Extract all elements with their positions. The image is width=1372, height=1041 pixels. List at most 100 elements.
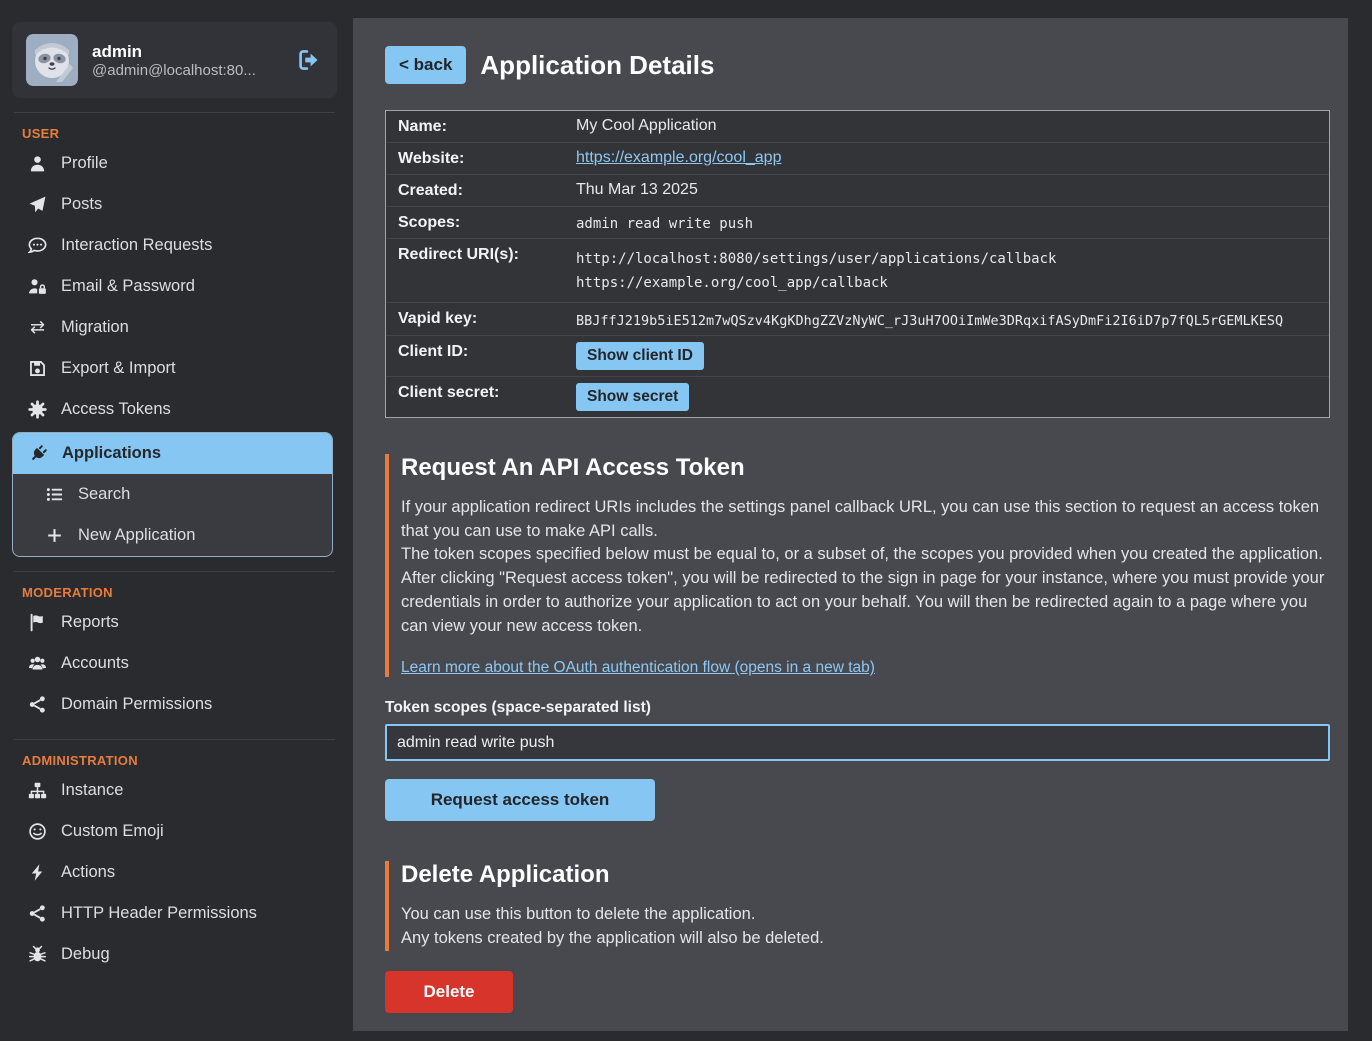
sidebar-item-new-application[interactable]: New Application (13, 515, 332, 556)
sidebar-section-user: USER Profile Posts Interaction Requests (12, 126, 337, 557)
sidebar-divider (14, 571, 335, 572)
section-label-administration: ADMINISTRATION (22, 753, 337, 768)
delete-line: You can use this button to delete the ap… (401, 903, 1330, 927)
redirect-uri: http://localhost:8080/settings/user/appl… (576, 248, 1056, 272)
section-label-moderation: MODERATION (22, 585, 337, 600)
oauth-flow-link[interactable]: Learn more about the OAuth authenticatio… (401, 659, 875, 677)
sidebar-item-http-header-permissions[interactable]: HTTP Header Permissions (12, 893, 337, 934)
flag-icon (28, 613, 47, 632)
created-date-value: Thu Mar 13 2025 (576, 181, 698, 199)
request-access-token-button[interactable]: Request access token (385, 779, 655, 821)
sidebar-item-label: Debug (61, 945, 110, 964)
token-scopes-input[interactable] (385, 724, 1330, 761)
plug-icon (29, 444, 48, 463)
back-button[interactable]: < back (385, 46, 466, 84)
table-row-client-id: Client ID: Show client ID (386, 335, 1329, 376)
row-label: Vapid key: (398, 309, 576, 328)
request-token-paragraph: If your application redirect URIs includ… (401, 496, 1330, 544)
sidebar-item-profile[interactable]: Profile (12, 143, 337, 184)
sidebar-item-domain-permissions[interactable]: Domain Permissions (12, 684, 337, 725)
sidebar-item-debug[interactable]: Debug (12, 934, 337, 975)
table-row-client-secret: Client secret: Show secret (386, 376, 1329, 417)
sidebar-item-label: Actions (61, 863, 115, 882)
share-nodes-icon (28, 695, 47, 714)
sidebar-item-label: Interaction Requests (61, 236, 212, 255)
sidebar-item-applications[interactable]: Applications (13, 433, 332, 474)
sidebar-item-label: Accounts (61, 654, 129, 673)
request-token-heading: Request An API Access Token (401, 454, 1330, 482)
show-client-id-button[interactable]: Show client ID (576, 342, 704, 370)
bolt-icon (28, 863, 47, 882)
user-name: admin (92, 42, 281, 62)
logout-icon (297, 48, 321, 72)
token-scopes-label: Token scopes (space-separated list) (385, 699, 1330, 717)
application-details-panel: < back Application Details Name: My Cool… (353, 18, 1348, 1031)
page-header: < back Application Details (385, 46, 1330, 84)
sidebar-item-email-password[interactable]: Email & Password (12, 266, 337, 307)
list-icon (45, 485, 64, 504)
section-label-user: USER (22, 126, 337, 141)
website-link[interactable]: https://example.org/cool_app (576, 149, 781, 166)
sidebar-item-export-import[interactable]: Export & Import (12, 348, 337, 389)
application-details-table: Name: My Cool Application Website: https… (385, 110, 1330, 418)
table-row-created: Created: Thu Mar 13 2025 (386, 174, 1329, 206)
sidebar-item-label: Custom Emoji (61, 822, 164, 841)
sidebar-item-label: New Application (78, 526, 195, 545)
application-name-value: My Cool Application (576, 117, 717, 135)
sidebar-item-label: Migration (61, 318, 129, 337)
user-icon (28, 154, 47, 173)
sidebar-divider (14, 739, 335, 740)
sidebar-item-label: Email & Password (61, 277, 195, 296)
sidebar-item-posts[interactable]: Posts (12, 184, 337, 225)
row-label: Name: (398, 117, 576, 136)
sidebar-item-actions[interactable]: Actions (12, 852, 337, 893)
request-token-paragraph: After clicking "Request access token", y… (401, 567, 1330, 639)
vapid-key-value: BBJffJ219b5iE512m7wQSzv4KgKDhgZZVzNyWC_r… (576, 309, 1283, 329)
sitemap-icon (28, 781, 47, 800)
page-title: Application Details (480, 50, 714, 81)
sidebar-item-migration[interactable]: ⇄ Migration (12, 307, 337, 348)
sidebar-item-label: Applications (62, 444, 161, 463)
request-token-paragraph: The token scopes specified below must be… (401, 543, 1330, 567)
show-secret-button[interactable]: Show secret (576, 383, 689, 411)
applications-group: Applications Search New Applic (12, 432, 333, 557)
sidebar-item-access-tokens[interactable]: Access Tokens (12, 389, 337, 430)
sidebar-item-instance[interactable]: Instance (12, 770, 337, 811)
avatar (26, 34, 78, 86)
sidebar-item-label: Export & Import (61, 359, 176, 378)
sidebar-item-applications-search[interactable]: Search (13, 474, 332, 515)
plus-icon (45, 526, 64, 545)
sidebar-item-label: Domain Permissions (61, 695, 212, 714)
sidebar-item-reports[interactable]: Reports (12, 602, 337, 643)
request-token-text-block: Request An API Access Token If your appl… (385, 454, 1330, 678)
table-row-scopes: Scopes: admin read write push (386, 206, 1329, 238)
table-row-vapid-key: Vapid key: BBJffJ219b5iE512m7wQSzv4KgKDh… (386, 302, 1329, 335)
delete-button[interactable]: Delete (385, 971, 513, 1013)
redirect-uris-value: http://localhost:8080/settings/user/appl… (576, 245, 1056, 296)
sidebar-item-interaction-requests[interactable]: Interaction Requests (12, 225, 337, 266)
user-lock-icon (28, 277, 47, 296)
sidebar-item-accounts[interactable]: Accounts (12, 643, 337, 684)
sidebar-item-label: Profile (61, 154, 108, 173)
request-token-section: Request An API Access Token If your appl… (385, 454, 1330, 822)
share-nodes-icon (28, 904, 47, 923)
row-label: Website: (398, 149, 576, 168)
sidebar-item-label: Search (78, 485, 130, 504)
sidebar-item-custom-emoji[interactable]: Custom Emoji (12, 811, 337, 852)
logout-button[interactable] (295, 46, 323, 74)
certificate-seal-icon (28, 400, 47, 419)
comment-dots-icon (28, 236, 47, 255)
row-label: Redirect URI(s): (398, 245, 576, 264)
row-label: Created: (398, 181, 576, 200)
smiley-icon (28, 822, 47, 841)
table-row-redirect-uris: Redirect URI(s): http://localhost:8080/s… (386, 238, 1329, 302)
delete-heading: Delete Application (401, 861, 1330, 889)
sidebar-item-label: HTTP Header Permissions (61, 904, 257, 923)
row-label: Scopes: (398, 213, 576, 232)
delete-line: Any tokens created by the application wi… (401, 927, 1330, 951)
user-card: admin @admin@localhost:80... (12, 22, 337, 98)
sidebar-item-label: Access Tokens (61, 400, 171, 419)
sidebar-item-label: Posts (61, 195, 102, 214)
users-icon (28, 654, 47, 673)
table-row-website: Website: https://example.org/cool_app (386, 142, 1329, 174)
